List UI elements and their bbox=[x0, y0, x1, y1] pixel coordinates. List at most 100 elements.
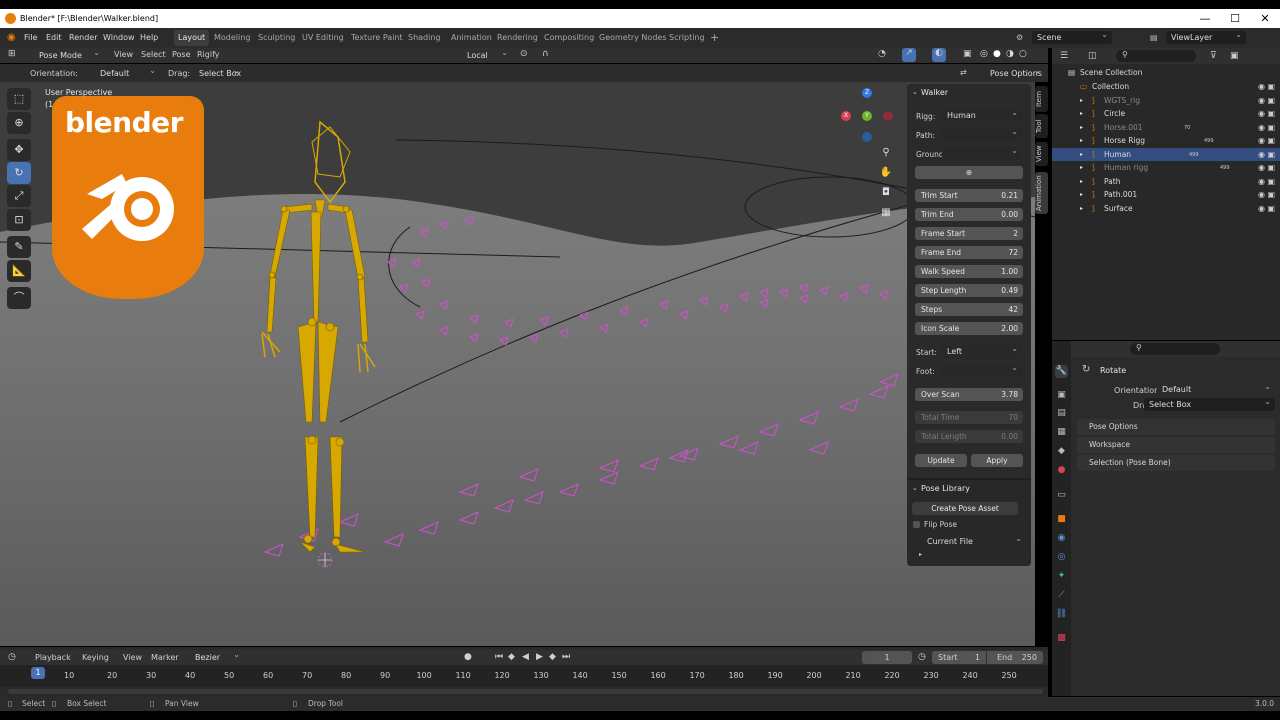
display-mode-icon[interactable]: ◫ bbox=[1088, 51, 1097, 61]
view-layer-tab-icon[interactable]: ▦ bbox=[1055, 426, 1068, 439]
timeline-editor-icon[interactable]: ◷ bbox=[8, 652, 16, 662]
outliner-scene-collection[interactable]: ▤ Scene Collection bbox=[1052, 66, 1280, 79]
outliner-editor-icon[interactable]: ☰ bbox=[1060, 51, 1068, 61]
foot-selector[interactable] bbox=[942, 361, 1022, 377]
render-camera-icon[interactable]: ▣ bbox=[1267, 121, 1275, 134]
over-scan-field[interactable]: Over Scan 3.78 bbox=[915, 388, 1023, 401]
3d-viewport[interactable]: blender User Perspective (1 Z X Y ⚲ ✋ ◘ … bbox=[0, 82, 1035, 646]
tab-modeling[interactable]: Modeling bbox=[210, 30, 254, 46]
visibility-eye-icon[interactable]: ◉ bbox=[1258, 148, 1265, 161]
step-length-field[interactable]: Step Length 0.49 bbox=[915, 284, 1023, 297]
side-tab-view[interactable]: View bbox=[1035, 142, 1048, 166]
properties-orientation-selector[interactable]: Default bbox=[1157, 380, 1275, 396]
outliner-search-input[interactable]: ⚲ bbox=[1116, 50, 1196, 62]
close-button[interactable]: ✕ bbox=[1250, 9, 1280, 28]
icon-scale-field[interactable]: Icon Scale 2.00 bbox=[915, 322, 1023, 335]
preview-range-icon[interactable]: ◷ bbox=[918, 652, 926, 662]
path-selector[interactable] bbox=[942, 125, 1022, 141]
grid-icon[interactable]: ▦ bbox=[877, 204, 895, 222]
jump-start-icon[interactable]: ⏮ bbox=[495, 652, 503, 662]
object-tab-icon[interactable]: ■ bbox=[1055, 513, 1068, 526]
visibility-eye-icon[interactable]: ◉ bbox=[1258, 175, 1265, 188]
rotate-tool-icon[interactable]: ↻ bbox=[7, 162, 31, 184]
render-camera-icon[interactable]: ▣ bbox=[1267, 148, 1275, 161]
collapse-icon[interactable]: ⌄ bbox=[912, 88, 918, 96]
tab-sculpting[interactable]: Sculpting bbox=[254, 30, 299, 46]
trim-start-field[interactable]: Trim Start 0.21 bbox=[915, 189, 1023, 202]
render-tab-icon[interactable]: ▣ bbox=[1055, 389, 1068, 402]
render-camera-icon[interactable]: ▣ bbox=[1267, 202, 1275, 215]
menu-pose[interactable]: Pose bbox=[172, 50, 191, 59]
menu-render[interactable]: Render bbox=[69, 28, 97, 48]
current-frame-field[interactable]: 1 bbox=[862, 651, 912, 664]
measure-tool-icon[interactable]: 📐 bbox=[7, 260, 31, 282]
expand-icon[interactable]: ▸ bbox=[1080, 148, 1083, 161]
visibility-eye-icon[interactable]: ◉ bbox=[1258, 94, 1265, 107]
create-pose-asset-button[interactable]: Create Pose Asset bbox=[912, 502, 1018, 515]
side-tab-item[interactable]: Item bbox=[1035, 86, 1048, 112]
outliner-row[interactable]: ▸ ⟆ Path ◉ ▣ bbox=[1052, 175, 1280, 188]
section-selection-pose-bone[interactable]: Selection (Pose Bone) bbox=[1077, 455, 1275, 471]
next-keyframe-icon[interactable]: ◆ bbox=[549, 652, 556, 662]
outliner-row[interactable]: ▸ ⟆ Path.001 ◉ ▣ bbox=[1052, 188, 1280, 201]
gizmo-neg-x[interactable] bbox=[883, 111, 893, 121]
menu-keying[interactable]: Keying bbox=[82, 653, 109, 662]
tab-rendering[interactable]: Rendering bbox=[493, 30, 542, 46]
tab-uv-editing[interactable]: UV Editing bbox=[298, 30, 348, 46]
cursor-tool-icon[interactable]: ⊕ bbox=[7, 112, 31, 134]
menu-view-timeline[interactable]: View bbox=[123, 653, 142, 662]
ground-selector[interactable] bbox=[942, 144, 1022, 160]
modifiers-tab-icon[interactable]: ◉ bbox=[1055, 532, 1068, 545]
shading-rendered-icon[interactable]: ○ bbox=[1019, 49, 1027, 59]
zoom-icon[interactable]: ⚲ bbox=[877, 144, 895, 162]
side-tab-tool[interactable]: Tool bbox=[1035, 114, 1048, 138]
render-camera-icon[interactable]: ▣ bbox=[1267, 175, 1275, 188]
section-pose-options[interactable]: Pose Options bbox=[1077, 419, 1275, 435]
menu-playback[interactable]: Playback bbox=[35, 653, 71, 662]
pivot-icon[interactable]: ⊙ bbox=[520, 49, 528, 59]
filter-icon[interactable]: ⊽ bbox=[1210, 51, 1217, 61]
tab-compositing[interactable]: Compositing bbox=[540, 30, 598, 46]
expand-icon[interactable]: ▸ bbox=[1080, 134, 1083, 147]
playhead[interactable]: 1 bbox=[31, 667, 45, 679]
expand-icon[interactable]: ▸ bbox=[1080, 175, 1083, 188]
record-icon[interactable]: ● bbox=[464, 652, 472, 662]
gizmo-y-axis[interactable]: Y bbox=[862, 111, 872, 121]
annotate-tool-icon[interactable]: ✎ bbox=[7, 236, 31, 258]
pose-options-dropdown[interactable]: Pose Options bbox=[985, 64, 1045, 80]
gizmo-x-axis[interactable]: X bbox=[841, 111, 851, 121]
flip-pose-checkbox[interactable] bbox=[913, 521, 920, 528]
object-data-tab-icon[interactable]: ✦ bbox=[1055, 570, 1068, 583]
blender-menu-icon[interactable]: ◉ bbox=[7, 28, 16, 48]
render-camera-icon[interactable]: ▣ bbox=[1267, 107, 1275, 120]
bone-tool-icon[interactable]: ⌒ bbox=[7, 287, 31, 309]
expand-icon[interactable]: ▸ bbox=[1080, 188, 1083, 201]
add-workspace-button[interactable]: + bbox=[706, 30, 723, 46]
outliner-row[interactable]: ▸ ⟆ Surface ◉ ▣ bbox=[1052, 202, 1280, 215]
visibility-eye-icon[interactable]: ◉ bbox=[1258, 188, 1265, 201]
tab-layout[interactable]: Layout bbox=[174, 30, 210, 46]
menu-help[interactable]: Help bbox=[140, 28, 158, 48]
properties-drag-selector[interactable]: Select Box bbox=[1144, 395, 1275, 411]
tab-texture-paint[interactable]: Texture Paint bbox=[347, 30, 407, 46]
steps-field[interactable]: Steps 42 bbox=[915, 303, 1023, 316]
frame-start-field[interactable]: Frame Start 2 bbox=[915, 227, 1023, 240]
expand-icon[interactable]: ▸ bbox=[919, 551, 922, 558]
bone-tab-icon[interactable]: ⟋ bbox=[1055, 589, 1068, 602]
tool-tab-icon[interactable]: 🔧 bbox=[1055, 365, 1068, 378]
end-frame-field[interactable]: End 250 bbox=[987, 651, 1043, 664]
expand-icon[interactable]: ▸ bbox=[1080, 161, 1083, 174]
collapse-icon[interactable]: ⌄ bbox=[912, 484, 918, 492]
select-box-tool-icon[interactable]: ⬚ bbox=[7, 88, 31, 110]
prev-keyframe-icon[interactable]: ◆ bbox=[508, 652, 515, 662]
tab-geometry-nodes[interactable]: Geometry Nodes bbox=[595, 30, 670, 46]
outliner-row[interactable]: ▸ ⟆ Horse Rigg ◉ ▣ bbox=[1052, 134, 1280, 147]
timeline-scrollbar[interactable] bbox=[8, 689, 1043, 694]
editor-type-icon[interactable]: ⊞ bbox=[8, 49, 16, 59]
outliner-row[interactable]: ▸ ⟆ Human rigg ◉ ▣ bbox=[1052, 161, 1280, 174]
world-tab-icon[interactable]: ● bbox=[1055, 464, 1068, 477]
camera-icon[interactable]: ◘ bbox=[877, 184, 895, 202]
outliner-row[interactable]: ▸ ⟆ Human ◉ ▣ bbox=[1052, 147, 1280, 161]
gizmo-toggle-icon[interactable]: ↗ bbox=[902, 48, 916, 62]
render-camera-icon[interactable]: ▣ bbox=[1267, 188, 1275, 201]
